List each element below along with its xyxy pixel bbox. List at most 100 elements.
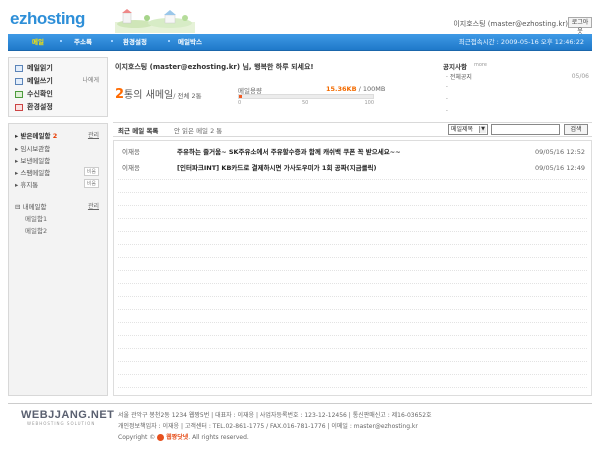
folder-sent[interactable]: ▸ 보낸메일함 bbox=[15, 155, 50, 165]
quota-used: 15.36KB bbox=[326, 85, 357, 93]
chevron-down-icon: ▼ bbox=[479, 126, 486, 133]
notice-date: 05/06 bbox=[571, 73, 589, 80]
mail-subject[interactable]: [인터파크INT] KB카드로 결제하시면 가사도우미가 1회 공짜(지금클릭) bbox=[177, 163, 377, 174]
empty-trash-button[interactable]: 비움 bbox=[83, 179, 99, 188]
mail-actions-box: 메일읽기 메일쓰기 나에게 수신확인 환경설정 bbox=[8, 57, 108, 117]
pen-icon bbox=[15, 77, 23, 85]
quota-progress-fill bbox=[239, 95, 242, 98]
folder-mybox-2[interactable]: 메일함2 bbox=[25, 225, 47, 235]
footer-divider bbox=[8, 403, 592, 404]
inbox-count: 2 bbox=[52, 132, 58, 140]
footer-company-info: 서울 관악구 봉천2동 1234 웹짱5번 | 대표자 : 이재응 | 사업자등… bbox=[118, 412, 432, 419]
check-icon bbox=[15, 90, 23, 98]
quota-ticks: 0 50 100 bbox=[238, 100, 374, 106]
last-access-time: 최근접속시간 : 2009-05-16 오후 12:46:22 bbox=[458, 38, 584, 46]
write-to-self-link[interactable]: 나에게 bbox=[82, 76, 99, 86]
nav-address-book[interactable]: 주소록 bbox=[74, 34, 92, 51]
mail-row[interactable]: 이재응 [인터파크INT] KB카드로 결제하시면 가사도우미가 1회 공짜(지… bbox=[114, 163, 591, 174]
footer-contact-info: 개인정보책임자 : 이재응 | 고객센터 : TEL.02-861-1775 /… bbox=[118, 423, 418, 430]
total-mail-count: / 전체 2통 bbox=[173, 92, 202, 100]
write-mail-label: 메일쓰기 bbox=[27, 77, 53, 85]
grid-line bbox=[118, 192, 587, 193]
mail-date: 09/05/16 12:52 bbox=[535, 148, 585, 156]
welcome-message: 이지호스팅 (master@ezhosting.kr) 님, 행복한 하루 되세… bbox=[115, 63, 314, 71]
webjjang-logo[interactable]: WEBJJANG.NET bbox=[21, 409, 114, 421]
copyright-brand: 웹짱닷넷 bbox=[166, 434, 189, 441]
read-receipt-label: 수신확인 bbox=[27, 90, 53, 98]
mybox-manage-link[interactable]: 관리 bbox=[88, 201, 99, 210]
trash-label: 휴지통 bbox=[20, 181, 39, 189]
mail-sender: 이재응 bbox=[122, 164, 140, 172]
search-select-value: 메일제목 bbox=[451, 126, 474, 133]
grid-line bbox=[118, 348, 587, 349]
notice-more-link[interactable]: more bbox=[474, 62, 487, 68]
quota-value: 15.36KB / 100MB bbox=[326, 85, 385, 93]
empty-spam-button[interactable]: 비움 bbox=[83, 167, 99, 176]
folder-mybox[interactable]: ⊟ 내메일함 bbox=[15, 201, 46, 211]
grid-line bbox=[118, 361, 587, 362]
spam-label: 스팸메일함 bbox=[20, 169, 51, 177]
notice-item[interactable]: · bbox=[446, 96, 448, 103]
mail-sender: 이재응 bbox=[122, 148, 140, 156]
preferences-link[interactable]: 환경설정 bbox=[15, 102, 53, 112]
grid-line bbox=[118, 322, 587, 323]
nav-mailbox[interactable]: 메일박스 bbox=[178, 34, 202, 51]
folder-temp[interactable]: ▸ 임시보관함 bbox=[15, 143, 50, 153]
search-input[interactable] bbox=[491, 124, 560, 135]
grid-line bbox=[118, 270, 587, 271]
folder-list: ▸ 받은메일함 2 관리 ▸ 임시보관함 ▸ 보낸메일함 ▸ 스팸메일함 비움 … bbox=[8, 123, 108, 396]
tab-recent-mail[interactable]: 최근 메일 목록 bbox=[118, 125, 158, 135]
grid-line bbox=[118, 335, 587, 336]
inbox-manage-link[interactable]: 관리 bbox=[88, 130, 99, 139]
folder-trash[interactable]: ▸ 휴지통 bbox=[15, 179, 38, 189]
read-mail-link[interactable]: 메일읽기 bbox=[15, 63, 53, 73]
grid-line bbox=[118, 231, 587, 232]
mybox-label: 내메일함 bbox=[22, 203, 47, 211]
new-mail-summary: 2통의 새메일/ 전체 2통 bbox=[115, 86, 202, 102]
mail-subject[interactable]: 주유하는 즐거움~ SK주유소에서 주유할수증과 함께 캐쉬백 쿠폰 꼭 받으세… bbox=[177, 147, 401, 158]
ezhosting-logo[interactable]: ezhosting bbox=[10, 9, 85, 29]
grid-line bbox=[118, 205, 587, 206]
quota-progress-bar bbox=[238, 94, 374, 99]
tab-unread-mail[interactable]: 안 읽은 메일 2 통 bbox=[174, 125, 222, 135]
footer-copyright: Copyright © 웹짱닷넷. All rights reserved. bbox=[118, 432, 249, 441]
nav-separator bbox=[60, 40, 62, 42]
mail-date: 09/05/16 12:49 bbox=[535, 164, 585, 172]
temp-label: 임시보관함 bbox=[20, 145, 51, 153]
grid-line bbox=[118, 296, 587, 297]
folder-inbox[interactable]: ▸ 받은메일함 2 bbox=[15, 130, 57, 140]
quota-tick-min: 0 bbox=[238, 100, 242, 106]
nav-separator bbox=[111, 40, 113, 42]
grid-line bbox=[118, 257, 587, 258]
folder-spam[interactable]: ▸ 스팸메일함 bbox=[15, 167, 50, 177]
read-mail-label: 메일읽기 bbox=[27, 64, 53, 72]
search-button[interactable]: 검색 bbox=[564, 124, 588, 135]
gear-icon bbox=[15, 103, 23, 111]
mail-row[interactable]: 이재응 주유하는 즐거움~ SK주유소에서 주유할수증과 함께 캐쉬백 쿠폰 꼭… bbox=[114, 147, 591, 158]
envelope-icon bbox=[15, 64, 23, 72]
grid-line bbox=[118, 283, 587, 284]
nav-separator bbox=[168, 40, 170, 42]
sidebar: 메일읽기 메일쓰기 나에게 수신확인 환경설정 ▸ 받은메일함 2 관리 ▸ 임… bbox=[8, 57, 108, 396]
nav-mail[interactable]: 메일 bbox=[32, 34, 44, 51]
quota-tick-mid: 50 bbox=[302, 100, 309, 106]
folder-mybox-1[interactable]: 메일함1 bbox=[25, 213, 47, 223]
main-nav: 메일 주소록 환경설정 메일박스 최근접속시간 : 2009-05-16 오후 … bbox=[8, 34, 592, 51]
nav-settings[interactable]: 환경설정 bbox=[123, 34, 147, 51]
new-mail-count[interactable]: 2 bbox=[115, 87, 124, 102]
webjjang-logo-tagline: WEBHOSTING SOLUTION bbox=[27, 421, 96, 426]
copyright-suffix: . All rights reserved. bbox=[188, 434, 249, 441]
logout-button[interactable]: 로그아웃 bbox=[568, 17, 592, 35]
brand-icon bbox=[157, 434, 165, 441]
sent-label: 보낸메일함 bbox=[20, 157, 51, 165]
read-receipt-link[interactable]: 수신확인 bbox=[15, 89, 53, 99]
notice-item[interactable]: · 전체공지 bbox=[446, 72, 472, 81]
grid-line bbox=[118, 179, 587, 180]
grid-line bbox=[118, 309, 587, 310]
quota-tick-max: 100 bbox=[364, 100, 374, 106]
notice-item[interactable]: · bbox=[446, 84, 448, 91]
header-illustration bbox=[115, 9, 195, 33]
search-field-select[interactable]: 메일제목 ▼ bbox=[448, 124, 488, 135]
notice-item[interactable]: · bbox=[446, 108, 448, 115]
preferences-label: 환경설정 bbox=[27, 103, 53, 111]
